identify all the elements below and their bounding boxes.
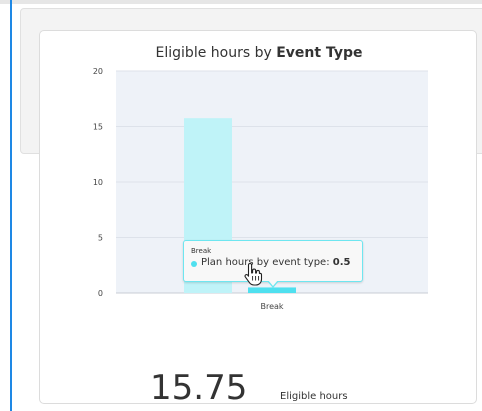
app-frame: Eligible hours by Event Type 0 5 10 15 20 Bre…: [0, 0, 482, 411]
y-tick-label-0: 0: [98, 289, 103, 298]
eligible-hours-widget[interactable]: Eligible hours by Event Type 0 5 10 15 20 Bre…: [39, 30, 478, 408]
tooltip-series-value: 0.5: [332, 257, 351, 268]
tooltip-series: Plan hours by event type: 0.5: [201, 257, 350, 268]
eligible-hours-label: Eligible hours: [280, 391, 348, 402]
tooltip-category: Break: [191, 247, 212, 255]
y-tick-label-10: 10: [93, 178, 103, 187]
y-tick-label-20: 20: [93, 67, 103, 76]
x-tick-label-break: Break: [260, 302, 283, 311]
left-accent-border: [10, 0, 12, 411]
hand-pointer-cursor-icon: [244, 262, 263, 286]
eligible-hours-value: 15.75: [150, 368, 248, 408]
tooltip-series-label: Plan hours by event type:: [201, 257, 330, 268]
bar-plan-hours-break[interactable]: [248, 287, 296, 293]
chart-tooltip: Break Plan hours by event type: 0.5: [183, 240, 363, 288]
tooltip-arrow-inner: [268, 280, 278, 286]
top-divider: [0, 0, 482, 4]
tooltip-series-marker-icon: [191, 261, 197, 267]
y-tick-label-5: 5: [98, 234, 103, 243]
y-tick-label-15: 15: [93, 123, 103, 132]
bar-chart[interactable]: 0 5 10 15 20 Break: [40, 31, 478, 331]
